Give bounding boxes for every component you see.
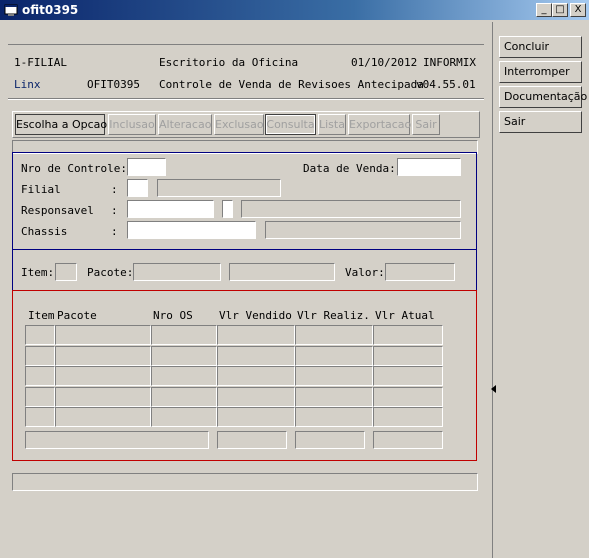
- item-field[interactable]: [55, 263, 77, 281]
- pacote-label: Pacote:: [87, 266, 134, 279]
- pacote-description: [229, 263, 335, 281]
- filial-label: Filial: [21, 183, 61, 196]
- alteracao-button[interactable]: Alteracao: [158, 114, 212, 135]
- concluir-button[interactable]: Concluir: [499, 36, 582, 58]
- grid-header-vlr-atual: Vlr Atual: [375, 309, 435, 322]
- data-venda-input[interactable]: [397, 158, 461, 176]
- responsavel-colon: :: [111, 204, 118, 217]
- grid-cell-vlr-realiz[interactable]: [295, 366, 373, 386]
- exclusao-button[interactable]: Exclusao: [214, 114, 264, 135]
- escolha-opcao-button[interactable]: Escolha a Opcao: [15, 114, 107, 135]
- chassis-colon: :: [111, 225, 118, 238]
- data-venda-label: Data de Venda:: [303, 162, 396, 175]
- inclusao-button[interactable]: Inclusao: [108, 114, 156, 135]
- grid-cell-pacote[interactable]: [55, 366, 151, 386]
- grid-cell-vlr-vendido[interactable]: [217, 345, 295, 366]
- valor-label: Valor:: [345, 266, 385, 279]
- grid-cell-nro-os[interactable]: [151, 345, 217, 366]
- grid-total-description: [25, 431, 209, 449]
- total-vlr-realiz: [295, 431, 365, 449]
- grid-cell-pacote[interactable]: [55, 407, 151, 427]
- total-vlr-atual: [373, 431, 443, 449]
- filial-colon: :: [111, 183, 118, 196]
- grid-cell-vlr-atual[interactable]: [373, 325, 443, 345]
- filial-description: [157, 179, 281, 197]
- grid-cell-vlr-atual[interactable]: [373, 386, 443, 407]
- filial-header: 1-FILIAL: [14, 56, 67, 69]
- documentacao-button[interactable]: Documentação: [499, 86, 587, 108]
- responsavel-input[interactable]: [127, 200, 214, 218]
- sair-side-button[interactable]: Sair: [499, 111, 582, 133]
- grid-cell-vlr-atual[interactable]: [373, 407, 443, 427]
- item-label: Item:: [21, 266, 55, 279]
- responsavel-flag-input[interactable]: [222, 200, 233, 218]
- header-bottom-divider: [8, 98, 484, 100]
- minimize-button[interactable]: _: [536, 3, 552, 17]
- title-bar: [0, 0, 589, 20]
- nro-controle-label: Nro de Controle:: [21, 162, 127, 175]
- grid-cell-pacote[interactable]: [55, 386, 151, 407]
- exportacao-button[interactable]: Exportacao: [348, 114, 411, 135]
- grid-cell-nro-os[interactable]: [151, 407, 217, 427]
- filial-input[interactable]: [127, 179, 148, 197]
- grid-cell-vlr-realiz[interactable]: [295, 345, 373, 366]
- grid-header-vlr-realiz: Vlr Realiz.: [297, 309, 370, 322]
- maximize-button[interactable]: □: [552, 3, 568, 17]
- program-code: OFIT0395: [87, 78, 140, 91]
- splitter-arrow-icon[interactable]: [490, 384, 498, 394]
- grid-header-item: Item: [28, 309, 55, 322]
- database-name: INFORMIX: [423, 56, 476, 69]
- grid-cell-item[interactable]: [25, 325, 55, 345]
- grid-cell-nro-os[interactable]: [151, 366, 217, 386]
- current-date: 01/10/2012: [351, 56, 418, 69]
- responsavel-label: Responsavel: [21, 204, 94, 217]
- grid-cell-vlr-atual[interactable]: [373, 345, 443, 366]
- sair-toolbar-button[interactable]: Sair: [412, 114, 440, 135]
- grid-cell-vlr-realiz[interactable]: [295, 325, 373, 345]
- grid-cell-nro-os[interactable]: [151, 386, 217, 407]
- grid-cell-item[interactable]: [25, 366, 55, 386]
- responsavel-description: [241, 200, 461, 218]
- chassis-description: [265, 221, 461, 239]
- valor-field[interactable]: [385, 263, 455, 281]
- grid-cell-vlr-realiz[interactable]: [295, 386, 373, 407]
- grid-cell-item[interactable]: [25, 386, 55, 407]
- lista-button[interactable]: Lista: [318, 114, 346, 135]
- grid-cell-pacote[interactable]: [55, 345, 151, 366]
- chassis-input[interactable]: [127, 221, 256, 239]
- grid-cell-vlr-vendido[interactable]: [217, 366, 295, 386]
- grid-cell-item[interactable]: [25, 345, 55, 366]
- consulta-button[interactable]: Consulta: [265, 114, 316, 135]
- grid-header-nro-os: Nro OS: [153, 309, 193, 322]
- close-button[interactable]: X: [570, 3, 586, 17]
- grid-cell-vlr-atual[interactable]: [373, 366, 443, 386]
- status-bar: [12, 473, 478, 491]
- window-title: ofit0395: [22, 3, 79, 17]
- version-label: v04.55.01: [416, 78, 476, 91]
- screen-subtitle: Controle de Venda de Revisoes Antecipada: [159, 78, 424, 91]
- grid-cell-item[interactable]: [25, 407, 55, 427]
- interromper-button[interactable]: Interromper: [499, 61, 582, 83]
- grid-cell-vlr-vendido[interactable]: [217, 386, 295, 407]
- grid-cell-vlr-vendido[interactable]: [217, 407, 295, 427]
- grid-cell-nro-os[interactable]: [151, 325, 217, 345]
- pacote-field[interactable]: [133, 263, 221, 281]
- grid-header-pacote: Pacote: [57, 309, 97, 322]
- nro-controle-input[interactable]: [127, 158, 166, 176]
- app-title: Escritorio da Oficina: [159, 56, 299, 69]
- header-top-divider: [8, 44, 484, 45]
- grid-header-vlr-vendido: Vlr Vendido: [219, 309, 292, 322]
- app-window-icon: [4, 4, 18, 16]
- grid-cell-vlr-vendido[interactable]: [217, 325, 295, 345]
- brand-label: Linx: [14, 78, 41, 91]
- total-vlr-vendido: [217, 431, 287, 449]
- chassis-label: Chassis: [21, 225, 68, 238]
- grid-cell-vlr-realiz[interactable]: [295, 407, 373, 427]
- grid-cell-pacote[interactable]: [55, 325, 151, 345]
